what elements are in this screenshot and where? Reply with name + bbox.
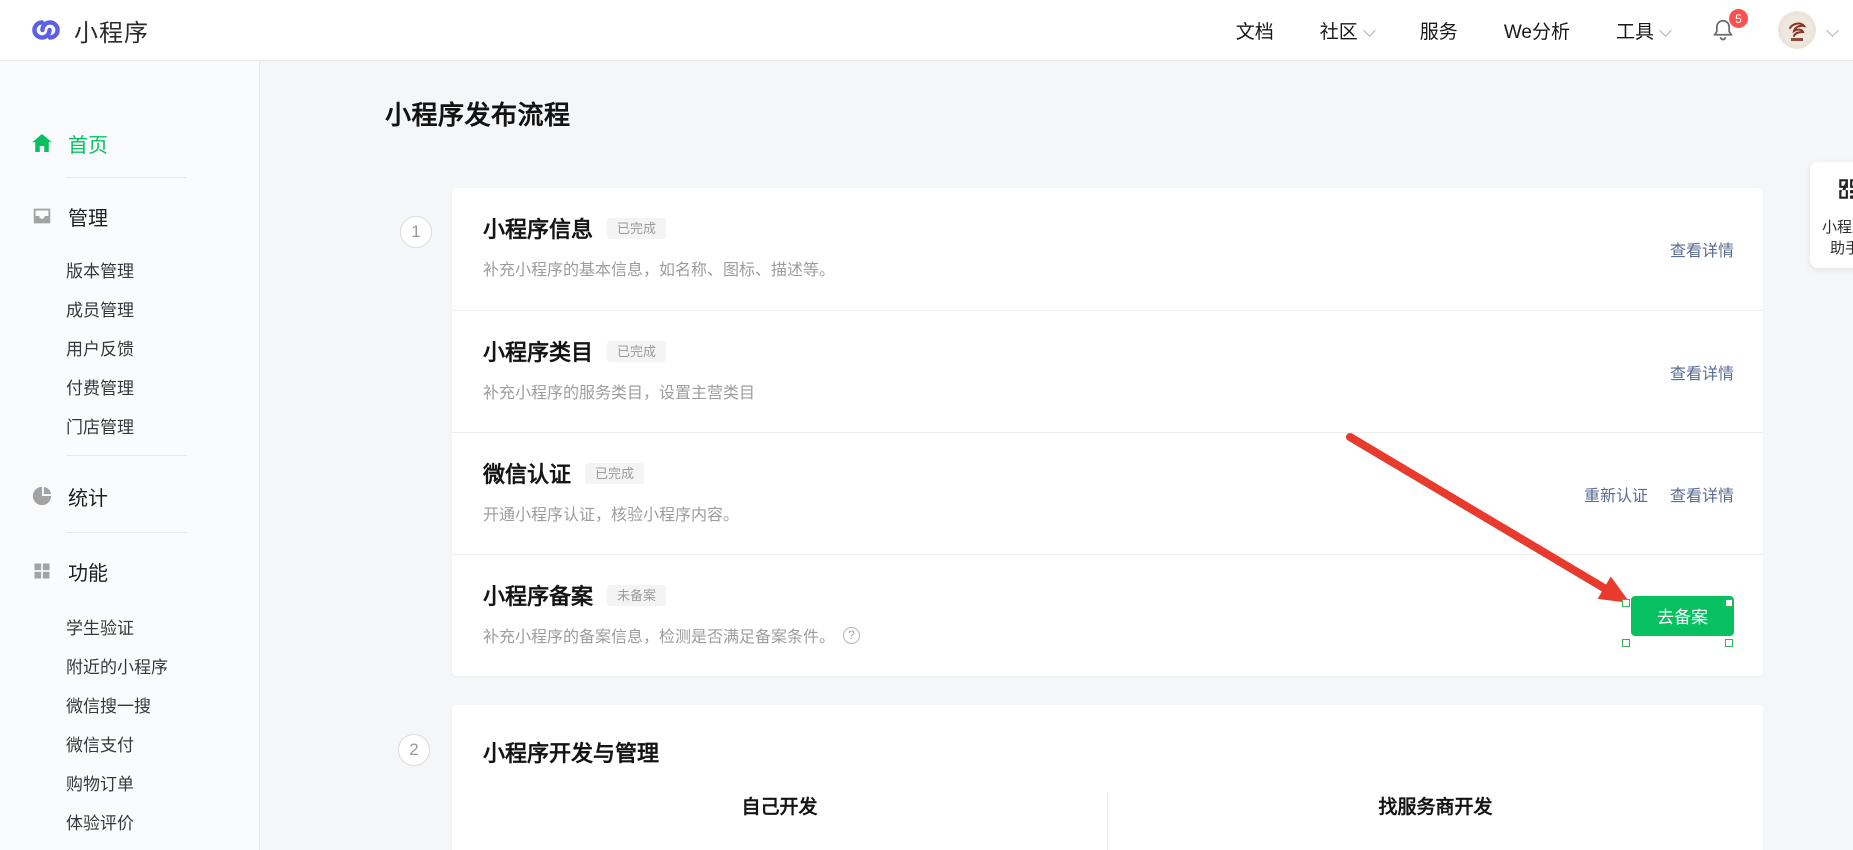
- notification-bell[interactable]: 5: [1710, 9, 1748, 43]
- row-title: 微信认证: [483, 462, 572, 487]
- sidebar-item-statistics[interactable]: 统计: [0, 476, 259, 516]
- sidebar-item-features[interactable]: 功能: [0, 551, 259, 591]
- row-wechat-verification: 微信认证 已完成 开通小程序认证，核验小程序内容。 重新认证 查看详情: [452, 432, 1763, 554]
- row-miniprogram-filing: 小程序备案 未备案 补充小程序的备案信息，检测是否满足备案条件。 ? 去备案: [452, 554, 1763, 676]
- status-badge: 已完成: [607, 217, 667, 239]
- nav-we-analytics[interactable]: We分析: [1504, 17, 1570, 44]
- card-title: 小程序开发与管理: [483, 741, 660, 766]
- status-badge: 已完成: [585, 462, 645, 484]
- sidebar-item-wechat-search[interactable]: 微信搜一搜: [0, 685, 259, 724]
- develop-manage-card: 小程序开发与管理 自己开发 开发工具 下载开发者工具进行代码的开发和上传： 普通…: [452, 705, 1763, 850]
- avatar[interactable]: [1778, 11, 1816, 49]
- publish-flow-card: 小程序信息 已完成 补充小程序的基本信息，如名称、图标、描述等。 查看详情 小程…: [452, 188, 1763, 676]
- row-title: 小程序类目: [483, 340, 594, 365]
- sidebar-item-payment-manage[interactable]: 付费管理: [0, 367, 259, 406]
- view-details-link[interactable]: 查看详情: [1670, 482, 1734, 506]
- miniprogram-logo-icon: [30, 14, 62, 46]
- selection-handle[interactable]: [1622, 599, 1630, 607]
- sidebar-item-student-verify[interactable]: 学生验证: [0, 607, 259, 646]
- grid-icon: [30, 561, 54, 581]
- column-header-self-develop: 自己开发: [741, 797, 818, 818]
- divider: [66, 177, 187, 178]
- sidebar-item-user-feedback[interactable]: 用户反馈: [0, 328, 259, 367]
- status-badge: 未备案: [607, 584, 667, 606]
- logo-text: 小程序: [74, 19, 149, 47]
- view-details-link[interactable]: 查看详情: [1670, 360, 1734, 384]
- notification-badge: 5: [1729, 9, 1748, 28]
- row-miniprogram-category: 小程序类目 已完成 补充小程序的服务类目，设置主营类目 查看详情: [452, 310, 1763, 432]
- sidebar-item-home[interactable]: 首页: [0, 123, 259, 163]
- sidebar-item-experience-rating[interactable]: 体验评价: [0, 802, 259, 841]
- nav-services[interactable]: 服务: [1420, 17, 1458, 44]
- divider: [66, 532, 187, 533]
- selection-handle[interactable]: [1725, 639, 1733, 647]
- selection-handle[interactable]: [1622, 639, 1630, 647]
- chevron-down-icon: [1659, 23, 1672, 37]
- row-description: 补充小程序的服务类目，设置主营类目: [483, 385, 756, 402]
- row-title: 小程序信息: [483, 217, 594, 242]
- logo[interactable]: 小程序: [0, 13, 149, 48]
- selection-handle[interactable]: [1725, 599, 1733, 607]
- help-icon[interactable]: ?: [843, 626, 861, 644]
- sidebar-item-shopping-orders[interactable]: 购物订单: [0, 763, 259, 802]
- status-badge: 已完成: [607, 340, 667, 362]
- step-number-1: 1: [400, 216, 432, 248]
- sidebar-item-nearby-miniprogram[interactable]: 附近的小程序: [0, 646, 259, 685]
- row-miniprogram-info: 小程序信息 已完成 补充小程序的基本信息，如名称、图标、描述等。 查看详情: [452, 188, 1763, 310]
- nav-community[interactable]: 社区: [1320, 17, 1376, 44]
- sidebar-item-label: 功能: [68, 562, 108, 585]
- sidebar-item-label: 管理: [68, 207, 108, 230]
- nav-docs[interactable]: 文档: [1236, 17, 1274, 44]
- pie-chart-icon: [30, 485, 54, 507]
- avatar-image: [1782, 15, 1812, 45]
- assistant-float-panel[interactable]: 小程序 助手: [1810, 162, 1853, 268]
- top-header: 小程序 文档 社区 服务 We分析 工具 5: [0, 0, 1853, 61]
- sidebar-item-manage[interactable]: 管理: [0, 196, 259, 236]
- row-description: 开通小程序认证，核验小程序内容。: [483, 507, 740, 524]
- go-filing-button[interactable]: 去备案: [1631, 595, 1734, 636]
- assistant-label: 小程序 助手: [1822, 219, 1853, 257]
- inbox-icon: [30, 205, 54, 227]
- divider: [66, 455, 187, 456]
- page-title: 小程序发布流程: [385, 100, 571, 130]
- sidebar-item-version-manage[interactable]: 版本管理: [0, 250, 259, 289]
- sidebar-item-label: 统计: [68, 487, 108, 510]
- chevron-down-icon: [1362, 23, 1376, 37]
- sidebar-item-member-manage[interactable]: 成员管理: [0, 289, 259, 328]
- row-description: 补充小程序的基本信息，如名称、图标、描述等。: [483, 262, 836, 279]
- step-number-2: 2: [398, 734, 430, 766]
- account-chevron-icon[interactable]: [1826, 23, 1839, 37]
- nav-tools[interactable]: 工具: [1616, 17, 1672, 44]
- sidebar-item-label: 首页: [68, 134, 108, 157]
- home-icon: [30, 131, 54, 155]
- reverify-link[interactable]: 重新认证: [1584, 482, 1648, 506]
- view-details-link[interactable]: 查看详情: [1670, 237, 1734, 261]
- row-description: 补充小程序的备案信息，检测是否满足备案条件。: [483, 629, 836, 646]
- sidebar-item-wechat-pay[interactable]: 微信支付: [0, 724, 259, 763]
- column-header-find-provider: 找服务商开发: [1378, 797, 1493, 818]
- qr-code-icon: [1836, 176, 1853, 207]
- sidebar-item-store-manage[interactable]: 门店管理: [0, 406, 259, 445]
- sidebar: 首页 管理 版本管理 成员管理 用户反馈 付费管理 门店管理 统计 功能 学生验…: [0, 61, 260, 850]
- row-title: 小程序备案: [483, 584, 594, 609]
